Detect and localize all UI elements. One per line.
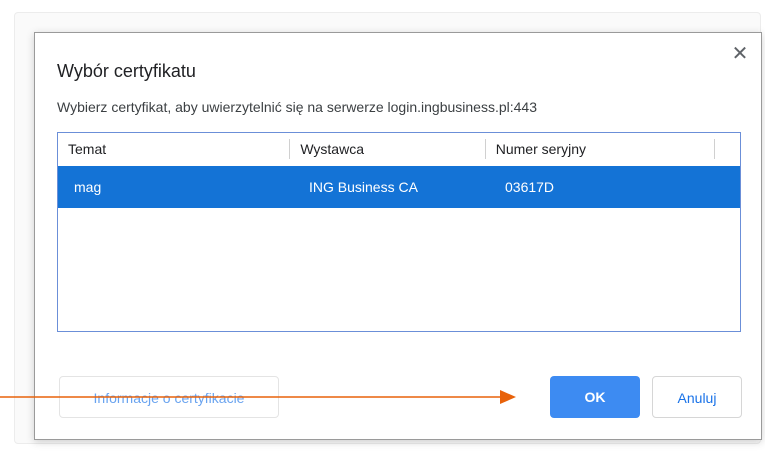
close-icon[interactable]: ✕ (729, 43, 751, 65)
column-header-serial[interactable]: Numer seryjny (486, 133, 716, 165)
table-row[interactable]: mag ING Business CA 03617D (58, 166, 740, 208)
dialog-subtitle: Wybierz certyfikat, aby uwierzytelnić si… (57, 99, 537, 115)
cell-subject: mag (74, 179, 102, 195)
ok-button[interactable]: OK (550, 376, 640, 418)
table-header: Temat Wystawca Numer seryjny (58, 133, 740, 165)
cell-serial: 03617D (505, 179, 555, 195)
dialog-title: Wybór certyfikatu (57, 61, 196, 81)
certificate-dialog: Wybór certyfikatu ✕ Wybierz certyfikat, … (34, 32, 762, 440)
cancel-button[interactable]: Anuluj (652, 376, 742, 418)
certificate-table: Temat Wystawca Numer seryjny mag ING Bus… (57, 132, 741, 332)
cell-issuer: ING Business CA (309, 179, 418, 195)
certificate-info-button[interactable]: Informacje o certyfikacie (59, 376, 279, 418)
column-header-spacer (715, 133, 740, 165)
column-header-subject[interactable]: Temat (58, 133, 291, 165)
column-header-issuer[interactable]: Wystawca (290, 133, 487, 165)
